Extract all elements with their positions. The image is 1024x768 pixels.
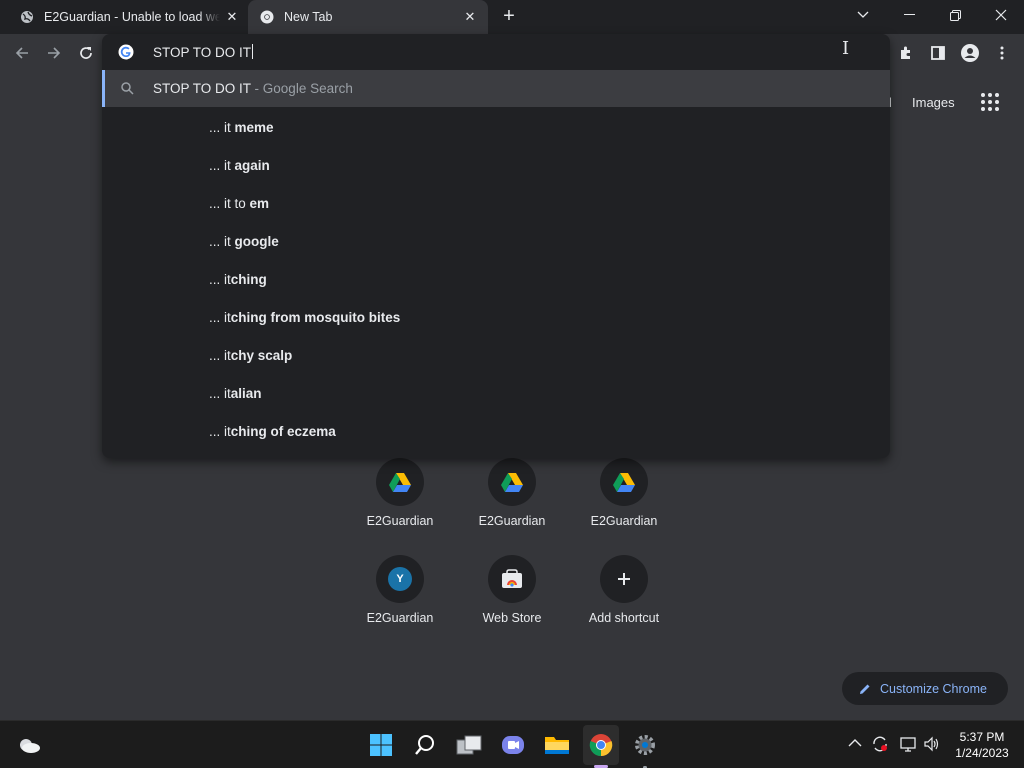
reload-button[interactable] — [74, 41, 98, 65]
shortcut-tile[interactable]: Y E2Guardian — [344, 555, 456, 655]
google-drive-icon — [488, 458, 536, 506]
tab-search-icon[interactable] — [840, 0, 886, 30]
forward-button[interactable] — [42, 41, 66, 65]
sync-icon[interactable] — [871, 735, 889, 756]
close-window-button[interactable] — [978, 0, 1024, 30]
chevron-up-icon[interactable] — [848, 737, 862, 751]
minimize-button[interactable] — [886, 0, 932, 30]
suggestion-item[interactable]: ... it again — [102, 146, 890, 184]
chrome-menu-icon[interactable] — [990, 41, 1014, 65]
add-shortcut-button[interactable]: Add shortcut — [568, 555, 680, 655]
search-icon — [121, 82, 134, 95]
customize-chrome-label: Customize Chrome — [880, 681, 987, 696]
plus-icon — [600, 555, 648, 603]
start-menu-icon[interactable] — [367, 731, 395, 759]
taskbar: 5:37 PM 1/24/2023 — [0, 720, 1024, 768]
chrome-icon — [260, 10, 274, 24]
address-input[interactable]: STOP TO DO IT — [153, 44, 254, 60]
text-cursor-icon: I — [842, 38, 850, 59]
file-explorer-icon[interactable] — [543, 731, 571, 759]
web-store-icon — [488, 555, 536, 603]
volume-icon[interactable] — [923, 735, 941, 756]
tab-title: New Tab — [284, 10, 333, 24]
tab-title: E2Guardian - Unable to load web — [44, 10, 220, 24]
settings-gear-icon[interactable] — [631, 731, 659, 759]
task-view-icon[interactable] — [455, 731, 483, 759]
images-link[interactable]: Images — [912, 95, 955, 110]
shortcut-label: E2Guardian — [590, 514, 658, 528]
google-drive-icon — [600, 458, 648, 506]
suggestion-item[interactable]: ... it to em — [102, 184, 890, 222]
suggestion-item[interactable]: ... it meme — [102, 108, 890, 146]
extensions-icon[interactable] — [894, 41, 918, 65]
side-panel-icon[interactable] — [926, 41, 950, 65]
shortcut-label: E2Guardian — [366, 514, 434, 528]
suggestion-item[interactable]: ... itchy scalp — [102, 336, 890, 374]
profile-avatar-icon[interactable] — [958, 41, 982, 65]
tab-e2guardian[interactable]: E2Guardian - Unable to load web ✕ — [8, 0, 248, 34]
shortcut-label: Web Store — [482, 611, 542, 625]
new-tab-button[interactable]: + — [499, 6, 519, 26]
globe-icon — [20, 10, 34, 24]
teams-chat-icon[interactable] — [499, 731, 527, 759]
suggestion-item[interactable]: ... itching of eczema — [102, 412, 890, 450]
shortcut-label: E2Guardian — [478, 514, 546, 528]
suggestion-item[interactable]: ... itching from mosquito bites — [102, 298, 890, 336]
google-apps-icon[interactable] — [981, 93, 999, 111]
omnibox-dropdown: STOP TO DO IT I STOP TO DO IT - Google S… — [102, 34, 890, 458]
tab-new-tab[interactable]: New Tab ✕ — [248, 0, 488, 34]
customize-chrome-button[interactable]: Customize Chrome — [842, 672, 1008, 705]
suggestion-item[interactable]: ... italian — [102, 374, 890, 412]
google-drive-icon — [376, 458, 424, 506]
shortcut-tile[interactable]: Web Store — [456, 555, 568, 655]
clock-time: 5:37 PM — [959, 730, 1005, 744]
search-icon[interactable] — [411, 731, 439, 759]
suggestion-item[interactable]: ... it google — [102, 222, 890, 260]
shortcut-label: Add shortcut — [588, 611, 660, 625]
chrome-icon[interactable] — [587, 731, 615, 759]
google-g-icon — [118, 44, 134, 60]
system-clock[interactable]: 5:37 PM 1/24/2023 — [950, 729, 1014, 761]
close-icon[interactable]: ✕ — [462, 9, 478, 25]
tab-strip: E2Guardian - Unable to load web ✕ New Ta… — [0, 0, 1024, 34]
network-icon[interactable] — [899, 735, 917, 756]
suggestion-item[interactable]: ... itching — [102, 260, 890, 298]
restore-button[interactable] — [932, 0, 978, 30]
back-button[interactable] — [10, 41, 34, 65]
shortcut-label: E2Guardian — [366, 611, 434, 625]
clock-date: 1/24/2023 — [955, 746, 1009, 760]
close-icon[interactable]: ✕ — [224, 9, 240, 25]
suggestion-text: STOP TO DO IT — [153, 81, 251, 96]
weather-icon[interactable] — [15, 731, 43, 759]
suggestion-search[interactable]: STOP TO DO IT - Google Search — [102, 70, 890, 107]
address-bar[interactable]: STOP TO DO IT I — [102, 34, 890, 70]
y-letter-icon: Y — [376, 555, 424, 603]
suggestion-description: - Google Search — [250, 81, 353, 96]
pencil-icon — [860, 684, 870, 694]
